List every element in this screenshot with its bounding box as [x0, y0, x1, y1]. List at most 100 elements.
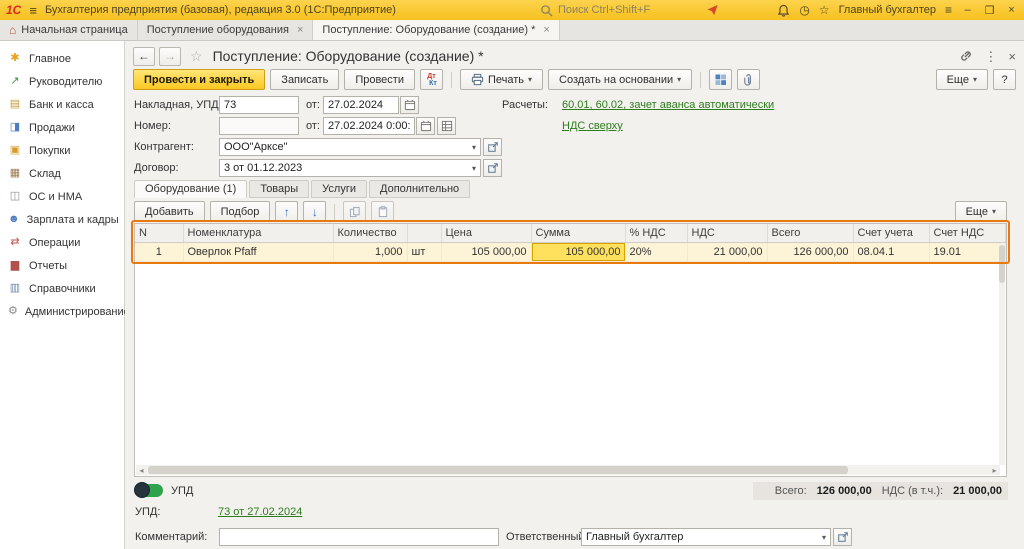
- column-header[interactable]: Счет учета: [853, 224, 929, 242]
- get-link-icon[interactable]: [959, 49, 973, 63]
- global-search[interactable]: Поиск Ctrl+Shift+F: [540, 0, 650, 20]
- parts-tab[interactable]: Услуги: [311, 180, 367, 198]
- contract-open-button[interactable]: [483, 159, 502, 177]
- number-input[interactable]: [219, 117, 299, 135]
- attachments-button[interactable]: [737, 69, 760, 90]
- column-header[interactable]: % НДС: [625, 224, 687, 242]
- cell-price[interactable]: 105 000,00: [441, 242, 531, 261]
- minimize-button[interactable]: –: [961, 4, 974, 16]
- cell-vat-percent[interactable]: 20%: [625, 242, 687, 261]
- post-button[interactable]: Провести: [344, 69, 415, 90]
- parts-tab[interactable]: Товары: [249, 180, 309, 198]
- help-button[interactable]: ?: [993, 69, 1016, 90]
- sidebar-item[interactable]: ◨ Продажи: [0, 116, 124, 139]
- sidebar-item[interactable]: ⚙ Администрирование: [0, 300, 124, 323]
- paste-row-button[interactable]: [371, 201, 394, 222]
- move-down-button[interactable]: ↓: [303, 201, 326, 222]
- vertical-scrollbar[interactable]: [999, 243, 1005, 465]
- contractor-open-button[interactable]: [483, 138, 502, 156]
- back-button[interactable]: ←: [133, 47, 155, 66]
- dtkt-postings-button[interactable]: ДтКт: [420, 69, 443, 90]
- move-up-button[interactable]: ↑: [275, 201, 298, 222]
- column-header[interactable]: НДС: [687, 224, 767, 242]
- add-row-button[interactable]: Добавить: [134, 201, 205, 222]
- maximize-button[interactable]: ❐: [983, 4, 996, 17]
- parts-tab[interactable]: Дополнительно: [369, 180, 470, 198]
- contractor-dropdown-icon[interactable]: ▾: [468, 143, 480, 152]
- service-menu-icon[interactable]: ≡: [945, 4, 952, 16]
- responsible-open-button[interactable]: [833, 528, 852, 546]
- upd-toggle[interactable]: [135, 484, 163, 497]
- column-header[interactable]: Счет НДС: [929, 224, 1005, 242]
- current-user-label[interactable]: Главный бухгалтер: [839, 4, 936, 16]
- contract-input[interactable]: [220, 162, 468, 174]
- close-form-icon[interactable]: ×: [1008, 50, 1016, 63]
- tab-close-icon[interactable]: ×: [543, 24, 549, 36]
- copy-row-button[interactable]: [343, 201, 366, 222]
- document-tab[interactable]: Поступление: Оборудование (создание) * ×: [313, 20, 559, 40]
- cell-sum[interactable]: 105 000,00: [531, 242, 625, 261]
- responsible-input[interactable]: [582, 531, 818, 543]
- number-list-button[interactable]: [437, 117, 456, 135]
- document-date-input[interactable]: [323, 117, 415, 135]
- column-header[interactable]: Сумма: [531, 224, 625, 242]
- column-header[interactable]: [407, 224, 441, 242]
- cell-vat-account[interactable]: 19.01: [929, 242, 1005, 261]
- sidebar-item[interactable]: ▦ Склад: [0, 162, 124, 185]
- cell-total[interactable]: 126 000,00: [767, 242, 853, 261]
- history-clock-icon[interactable]: ◷: [799, 4, 809, 16]
- cell-quantity[interactable]: 1,000: [333, 242, 407, 261]
- contract-dropdown-icon[interactable]: ▾: [468, 164, 480, 173]
- table-more-button[interactable]: Еще ▾: [955, 201, 1007, 222]
- create-on-base-button[interactable]: Создать на основании ▾: [548, 69, 692, 90]
- horizontal-scrollbar-thumb[interactable]: [148, 466, 848, 474]
- sidebar-item[interactable]: ▥ Справочники: [0, 277, 124, 300]
- cell-nomenclature[interactable]: Оверлок Pfaff: [183, 242, 333, 261]
- invoice-date-input[interactable]: [323, 96, 399, 114]
- document-tab[interactable]: Поступление оборудования ×: [138, 20, 314, 40]
- tab-close-icon[interactable]: ×: [297, 24, 303, 36]
- forward-button[interactable]: →: [159, 47, 181, 66]
- sidebar-item[interactable]: ↗ Руководителю: [0, 70, 124, 93]
- settlements-link[interactable]: 60.01, 60.02, зачет аванса автоматически: [562, 99, 774, 111]
- pick-button[interactable]: Подбор: [210, 201, 271, 222]
- column-header[interactable]: Количество: [333, 224, 407, 242]
- close-window-button[interactable]: ×: [1005, 4, 1018, 16]
- cell-line-number[interactable]: 1: [135, 242, 183, 261]
- document-tab[interactable]: ⌂ Начальная страница ×: [0, 20, 138, 40]
- vertical-scrollbar-thumb[interactable]: [999, 245, 1005, 283]
- upd-document-link[interactable]: 73 от 27.02.2024: [218, 506, 302, 518]
- kebab-menu-icon[interactable]: ⋮: [984, 50, 997, 63]
- cell-vat[interactable]: 21 000,00: [687, 242, 767, 261]
- notifications-bell-icon[interactable]: [777, 4, 790, 17]
- sidebar-item[interactable]: ☻ Зарплата и кадры: [0, 208, 124, 231]
- vat-mode-link[interactable]: НДС сверху: [562, 120, 623, 132]
- post-and-close-button[interactable]: Провести и закрыть: [133, 69, 265, 90]
- add-to-favorites-icon[interactable]: ☆: [190, 48, 203, 65]
- contractor-input[interactable]: [220, 141, 468, 153]
- scroll-left-icon[interactable]: ◂: [136, 466, 147, 475]
- sidebar-item[interactable]: ✱ Главное: [0, 47, 124, 70]
- sidebar-item[interactable]: ◫ ОС и НМА: [0, 185, 124, 208]
- scroll-right-icon[interactable]: ▸: [989, 466, 1000, 475]
- sidebar-item[interactable]: ▣ Покупки: [0, 139, 124, 162]
- column-header[interactable]: Всего: [767, 224, 853, 242]
- favorites-star-icon[interactable]: ☆: [819, 4, 830, 16]
- invoice-number-input[interactable]: [219, 96, 299, 114]
- sidebar-item[interactable]: ▤ Банк и касса: [0, 93, 124, 116]
- parts-tab[interactable]: Оборудование (1): [134, 180, 247, 198]
- column-header[interactable]: N: [135, 224, 183, 242]
- write-button[interactable]: Записать: [270, 69, 339, 90]
- cell-account[interactable]: 08.04.1: [853, 242, 929, 261]
- paperplane-icon[interactable]: [706, 4, 719, 16]
- column-header[interactable]: Номенклатура: [183, 224, 333, 242]
- comment-input[interactable]: [219, 528, 499, 546]
- horizontal-scrollbar[interactable]: ◂ ▸: [136, 465, 1000, 475]
- cell-unit[interactable]: шт: [407, 242, 441, 261]
- responsible-dropdown-icon[interactable]: ▾: [818, 533, 830, 542]
- invoice-date-calendar-button[interactable]: [400, 96, 419, 114]
- edo-button[interactable]: [709, 69, 732, 90]
- print-button[interactable]: Печать ▾: [460, 69, 543, 90]
- document-date-calendar-button[interactable]: [416, 117, 435, 135]
- sidebar-item[interactable]: ▆ Отчеты: [0, 254, 124, 277]
